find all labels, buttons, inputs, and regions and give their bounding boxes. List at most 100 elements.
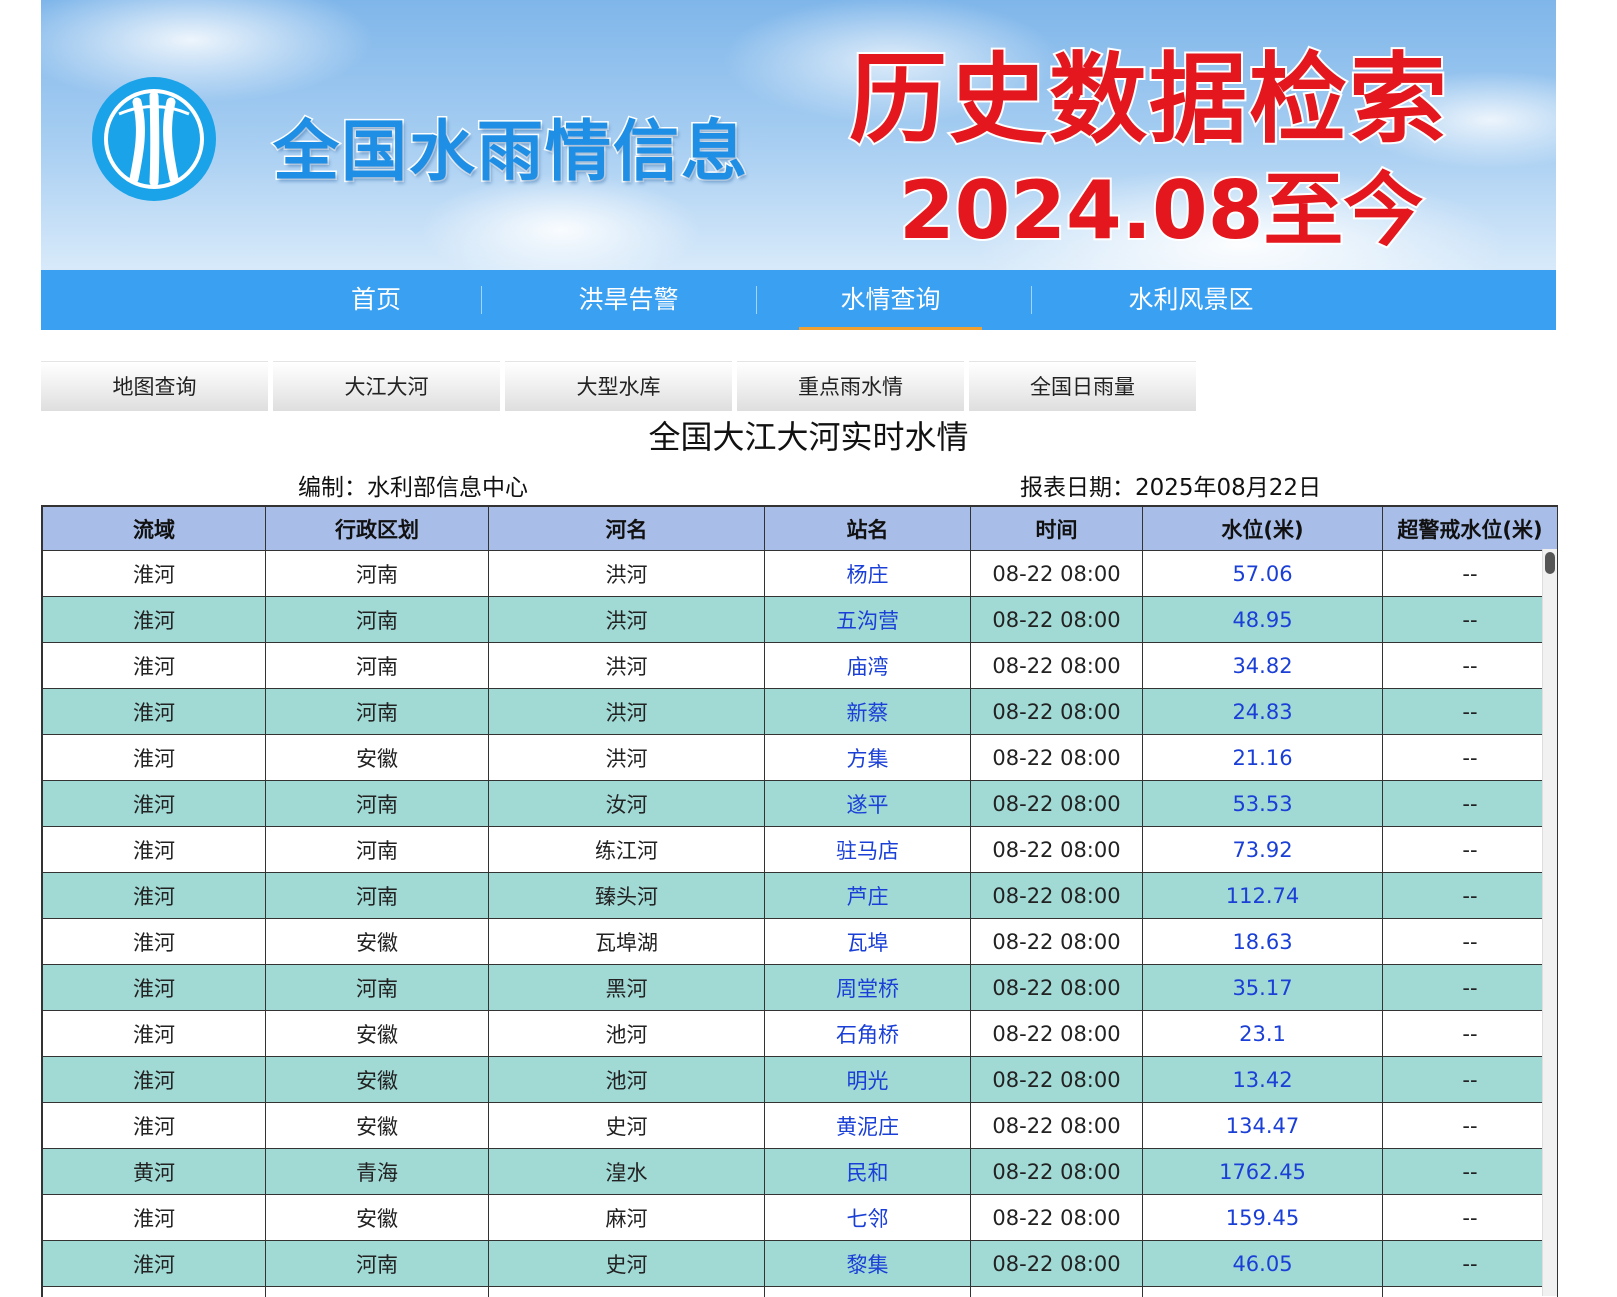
cell-river: 颍河 (489, 1287, 765, 1297)
cell-station[interactable]: 方集 (765, 735, 971, 781)
nav-item-scenic-area[interactable]: 水利风景区 (1081, 270, 1301, 330)
cell-basin: 淮河 (43, 1241, 266, 1287)
table-row: 淮河安徽池河石角桥08-22 08:0023.1-- (43, 1011, 1558, 1057)
cell-time: 08-22 08:00 (971, 689, 1143, 735)
nav-item-home[interactable]: 首页 (301, 270, 451, 330)
banner-headline: 历史数据检索 (849, 20, 1449, 162)
report-title: 全国大江大河实时水情 (0, 412, 1617, 458)
cell-time: 08-22 08:00 (971, 1241, 1143, 1287)
cell-water-level: 34.82 (1143, 643, 1383, 689)
nav-divider (1031, 286, 1032, 314)
cell-water-level: 46.05 (1143, 1241, 1383, 1287)
cell-water-level: 24.83 (1143, 689, 1383, 735)
cell-water-level: 48.95 (1143, 597, 1383, 643)
tab-national-daily-rainfall[interactable]: 全国日雨量 (969, 361, 1196, 411)
compiler-value: 水利部信息中心 (367, 475, 528, 501)
cell-time: 08-22 08:00 (971, 1057, 1143, 1103)
cell-basin: 淮河 (43, 965, 266, 1011)
cell-station[interactable]: 七邻 (765, 1195, 971, 1241)
cell-river: 池河 (489, 1011, 765, 1057)
cell-basin: 淮河 (43, 919, 266, 965)
cell-station[interactable]: 石角桥 (765, 1011, 971, 1057)
table-row: 淮河安徽麻河七邻08-22 08:00159.45-- (43, 1195, 1558, 1241)
site-title: 全国水雨情信息 (273, 98, 749, 194)
report-date-label: 报表日期： (1020, 475, 1135, 501)
cell-over-warning: -- (1383, 1287, 1558, 1297)
nav-item-water-query[interactable]: 水情查询 (799, 270, 982, 330)
nav-item-flood-drought-alert[interactable]: 洪旱告警 (541, 270, 716, 330)
table-row: 淮河安徽池河明光08-22 08:0013.42-- (43, 1057, 1558, 1103)
column-header-station: 站名 (765, 507, 971, 551)
cell-over-warning: -- (1383, 919, 1558, 965)
cell-over-warning: -- (1383, 1149, 1558, 1195)
water-level-table-container[interactable]: 流域 行政区划 河名 站名 时间 水位(米) 超警戒水位(米) 淮河河南洪河杨庄… (41, 505, 1558, 1297)
cell-river: 黑河 (489, 965, 765, 1011)
cell-region: 河南 (266, 1287, 489, 1297)
table-row: 淮河河南洪河杨庄08-22 08:0057.06-- (43, 551, 1558, 597)
cell-time: 08-22 08:00 (971, 597, 1143, 643)
tab-major-rivers[interactable]: 大江大河 (273, 361, 500, 411)
cell-region: 河南 (266, 551, 489, 597)
compiler-label: 编制： (298, 475, 367, 501)
cell-basin: 淮河 (43, 551, 266, 597)
table-row: 淮河河南颍河告成08-22 08:00237.99-- (43, 1287, 1558, 1297)
cell-water-level: 1762.45 (1143, 1149, 1383, 1195)
cell-basin: 淮河 (43, 735, 266, 781)
cell-basin: 淮河 (43, 1103, 266, 1149)
cell-basin: 淮河 (43, 1195, 266, 1241)
cell-station[interactable]: 庙湾 (765, 643, 971, 689)
cell-station[interactable]: 五沟营 (765, 597, 971, 643)
cell-station[interactable]: 新蔡 (765, 689, 971, 735)
cell-water-level: 13.42 (1143, 1057, 1383, 1103)
cell-station[interactable]: 黎集 (765, 1241, 971, 1287)
cell-river: 麻河 (489, 1195, 765, 1241)
table-scrollbar[interactable] (1542, 549, 1557, 1296)
cell-water-level: 134.47 (1143, 1103, 1383, 1149)
cell-basin: 淮河 (43, 1287, 266, 1297)
cell-time: 08-22 08:00 (971, 735, 1143, 781)
cell-station[interactable]: 瓦埠 (765, 919, 971, 965)
cell-region: 河南 (266, 965, 489, 1011)
tab-key-rain-water[interactable]: 重点雨水情 (737, 361, 964, 411)
cell-water-level: 18.63 (1143, 919, 1383, 965)
cell-region: 安徽 (266, 1057, 489, 1103)
cell-over-warning: -- (1383, 873, 1558, 919)
cell-time: 08-22 08:00 (971, 1195, 1143, 1241)
table-row: 淮河安徽瓦埠湖瓦埠08-22 08:0018.63-- (43, 919, 1558, 965)
cell-basin: 淮河 (43, 597, 266, 643)
cell-water-level: 112.74 (1143, 873, 1383, 919)
cell-basin: 淮河 (43, 781, 266, 827)
cell-station[interactable]: 芦庄 (765, 873, 971, 919)
cell-region: 河南 (266, 873, 489, 919)
cell-time: 08-22 08:00 (971, 781, 1143, 827)
tab-large-reservoirs[interactable]: 大型水库 (505, 361, 732, 411)
cell-over-warning: -- (1383, 781, 1558, 827)
cell-over-warning: -- (1383, 827, 1558, 873)
cell-region: 河南 (266, 781, 489, 827)
cell-basin: 淮河 (43, 689, 266, 735)
cell-time: 08-22 08:00 (971, 1103, 1143, 1149)
cell-station[interactable]: 告成 (765, 1287, 971, 1297)
cell-river: 洪河 (489, 643, 765, 689)
cell-river: 洪河 (489, 551, 765, 597)
cell-time: 08-22 08:00 (971, 1149, 1143, 1195)
scrollbar-thumb[interactable] (1545, 552, 1555, 574)
cell-region: 安徽 (266, 1195, 489, 1241)
cell-region: 青海 (266, 1149, 489, 1195)
table-row: 淮河安徽洪河方集08-22 08:0021.16-- (43, 735, 1558, 781)
cell-station[interactable]: 驻马店 (765, 827, 971, 873)
tab-map-query[interactable]: 地图查询 (41, 361, 268, 411)
table-row: 淮河河南洪河五沟营08-22 08:0048.95-- (43, 597, 1558, 643)
table-row: 淮河河南洪河庙湾08-22 08:0034.82-- (43, 643, 1558, 689)
cell-region: 安徽 (266, 1011, 489, 1057)
cell-station[interactable]: 杨庄 (765, 551, 971, 597)
cell-water-level: 57.06 (1143, 551, 1383, 597)
cell-station[interactable]: 遂平 (765, 781, 971, 827)
cell-over-warning: -- (1383, 735, 1558, 781)
cell-station[interactable]: 明光 (765, 1057, 971, 1103)
cell-station[interactable]: 周堂桥 (765, 965, 971, 1011)
cell-time: 08-22 08:00 (971, 827, 1143, 873)
cell-station[interactable]: 黄泥庄 (765, 1103, 971, 1149)
cell-station[interactable]: 民和 (765, 1149, 971, 1195)
cell-river: 洪河 (489, 597, 765, 643)
